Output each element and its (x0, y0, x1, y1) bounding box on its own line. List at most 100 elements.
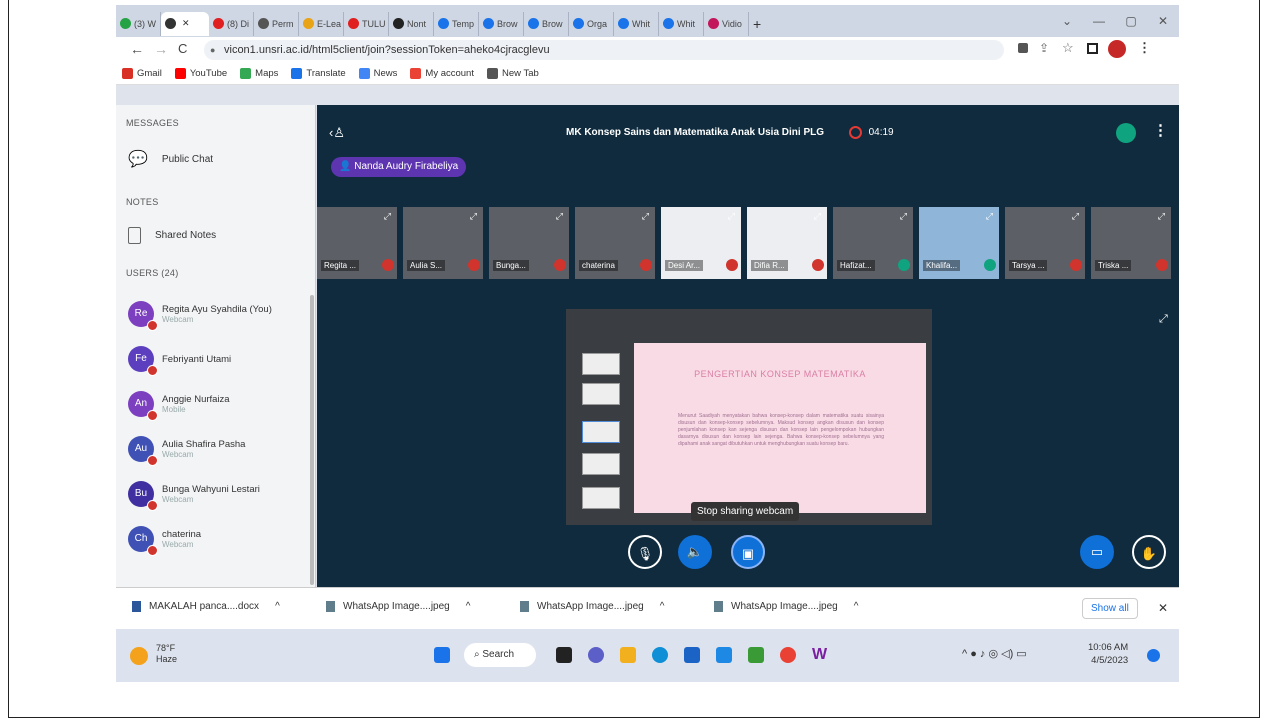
webcam-tile[interactable]: Khalifa... ⤢ (919, 207, 999, 279)
webcam-tile[interactable]: Aulia S... ⤢ (403, 207, 483, 279)
expand-icon[interactable]: ⤢ (814, 211, 821, 222)
webcam-tile[interactable]: Bunga... ⤢ (489, 207, 569, 279)
slide-thumb[interactable] (582, 353, 620, 375)
webcam-button[interactable]: ▣ (731, 535, 765, 569)
bookmark-2[interactable]: Maps (240, 68, 278, 79)
clock[interactable]: 10:06 AM 4/5/2023 (1088, 641, 1128, 667)
expand-icon[interactable]: ⤢ (384, 211, 391, 222)
webcam-tile[interactable]: Triska ... ⤢ (1091, 207, 1171, 279)
notification-icon[interactable] (1147, 649, 1160, 662)
close-tab-icon[interactable]: ✕ (182, 18, 190, 29)
close-download-bar-icon[interactable]: ✕ (1158, 601, 1168, 615)
download-item[interactable]: WhatsApp Image....jpeg ^ (520, 601, 664, 612)
restore-icon[interactable]: ▢ (1115, 14, 1147, 28)
tab-9[interactable]: Brow (524, 11, 569, 36)
user-item[interactable]: Au Aulia Shafira Pasha Webcam (128, 436, 245, 466)
tab-search-icon[interactable]: ⌄ (1051, 14, 1083, 28)
webcam-tile[interactable]: Difia R... ⤢ (747, 207, 827, 279)
word-icon[interactable]: W (812, 647, 828, 663)
user-item[interactable]: Fe Febriyanti Utami (128, 346, 231, 376)
tab-0[interactable]: (3) W (116, 11, 161, 36)
screen-share-button[interactable]: ▭ (1080, 535, 1114, 569)
shared-notes-item[interactable]: Shared Notes (128, 227, 216, 244)
expand-icon[interactable]: ⤢ (986, 211, 993, 222)
tab-12[interactable]: Whit (659, 11, 704, 36)
minimize-icon[interactable]: — (1083, 14, 1115, 28)
slide-thumb[interactable] (582, 487, 620, 509)
expand-icon[interactable]: ⤢ (642, 211, 649, 222)
tab-5[interactable]: TULU (344, 11, 389, 36)
chrome-icon[interactable] (780, 647, 796, 663)
slide-thumb[interactable] (582, 453, 620, 475)
new-tab-button[interactable]: + (749, 12, 765, 36)
expand-icon[interactable]: ⤢ (556, 211, 563, 222)
expand-icon[interactable]: ⤢ (728, 211, 735, 222)
expand-icon[interactable]: ⤢ (1072, 211, 1079, 222)
slide-thumb[interactable] (582, 383, 620, 405)
mail-icon[interactable] (716, 647, 732, 663)
browser-menu-icon[interactable]: ⋮ (1138, 40, 1151, 56)
expand-icon[interactable]: ⤢ (1158, 211, 1165, 222)
close-window-icon[interactable]: ✕ (1147, 14, 1179, 28)
tab-13[interactable]: Vidio (704, 11, 749, 36)
tab-4[interactable]: E-Lea (299, 11, 344, 36)
tab-10[interactable]: Orga (569, 11, 614, 36)
reload-icon[interactable]: C (178, 41, 187, 56)
download-options-icon[interactable]: ^ (660, 601, 665, 612)
download-item[interactable]: WhatsApp Image....jpeg ^ (326, 601, 470, 612)
tab-3[interactable]: Perm (254, 11, 299, 36)
webcam-tile[interactable]: chaterina ⤢ (575, 207, 655, 279)
users-toggle-icon[interactable]: ‹♙ (329, 125, 345, 141)
download-item[interactable]: MAKALAH panca....docx ^ (132, 601, 280, 612)
presentation-slide[interactable]: PENGERTIAN KONSEP MATEMATIKA Menurut Saa… (566, 309, 932, 525)
options-menu-icon[interactable]: ⋮ (1153, 121, 1168, 139)
audio-button[interactable]: 🔈 (678, 535, 712, 569)
task-view-icon[interactable] (556, 647, 572, 663)
tab-8[interactable]: Brow (479, 11, 524, 36)
bookmark-5[interactable]: My account (410, 68, 474, 79)
url-bar[interactable]: ● vicon1.unsri.ac.id/html5client/join?se… (204, 40, 1004, 60)
sidebar-scrollbar[interactable] (310, 295, 314, 585)
file-explorer-icon[interactable] (620, 647, 636, 663)
share-icon[interactable]: ⇪ (1039, 41, 1049, 55)
webcam-tile[interactable]: Hafizat... ⤢ (833, 207, 913, 279)
slide-thumb[interactable] (582, 421, 620, 443)
profile-avatar[interactable] (1108, 40, 1126, 58)
user-item[interactable]: An Anggie Nurfaiza Mobile (128, 391, 230, 421)
download-options-icon[interactable]: ^ (275, 601, 280, 612)
store-icon[interactable] (684, 647, 700, 663)
weather-widget[interactable]: 78°F Haze (156, 643, 177, 665)
weather-icon[interactable] (130, 647, 148, 665)
user-item[interactable]: Bu Bunga Wahyuni Lestari Webcam (128, 481, 260, 511)
back-icon[interactable]: ← (130, 41, 144, 57)
expand-icon[interactable]: ⤢ (470, 211, 477, 222)
record-icon[interactable] (848, 126, 862, 139)
tab-2[interactable]: (8) Di (209, 11, 254, 36)
bookmark-6[interactable]: New Tab (486, 68, 539, 79)
camera-indicator-icon[interactable] (1018, 43, 1028, 53)
tab-6[interactable]: Nont (389, 11, 434, 36)
bookmark-1[interactable]: YouTube (174, 68, 227, 79)
chat-app-icon[interactable] (588, 647, 604, 663)
bookmark-0[interactable]: Gmail (122, 68, 162, 79)
webcam-tile[interactable]: Tarsya ... ⤢ (1005, 207, 1085, 279)
tray-icons[interactable]: ^ ● ♪ ◎ ◁) ▭ (962, 647, 1027, 660)
tab-11[interactable]: Whit (614, 11, 659, 36)
tab-7[interactable]: Temp (434, 11, 479, 36)
mute-mic-button[interactable]: 🎙 (628, 535, 662, 569)
webcam-tile[interactable]: Regita ... ⤢ (317, 207, 397, 279)
show-all-button[interactable]: Show all (1082, 598, 1138, 619)
download-options-icon[interactable]: ^ (854, 601, 859, 612)
forward-icon[interactable]: → (154, 41, 168, 57)
expand-icon[interactable]: ⤢ (900, 211, 907, 222)
edge-icon[interactable] (652, 647, 668, 663)
raise-hand-button[interactable]: ✋ (1132, 535, 1166, 569)
connection-status-icon[interactable] (1116, 123, 1136, 143)
side-panel-icon[interactable] (1087, 43, 1098, 54)
bookmark-3[interactable]: Translate (291, 68, 346, 79)
bookmark-4[interactable]: News (358, 68, 397, 79)
user-item[interactable]: Re Regita Ayu Syahdila (You) Webcam (128, 301, 272, 331)
xbox-icon[interactable] (748, 647, 764, 663)
taskbar-search[interactable]: ⌕ Search (464, 643, 536, 667)
download-options-icon[interactable]: ^ (466, 601, 471, 612)
